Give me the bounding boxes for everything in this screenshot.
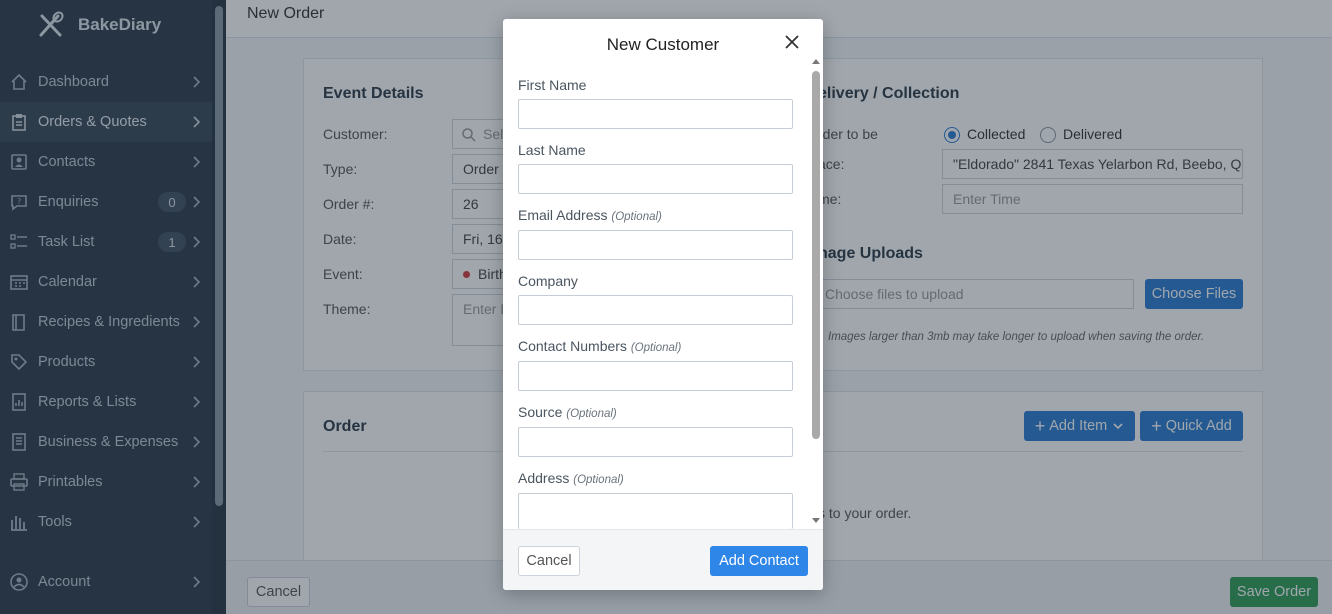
last-name-input[interactable] — [518, 164, 793, 194]
modal-footer: Cancel Add Contact — [503, 529, 823, 590]
company-label: Company — [518, 273, 578, 289]
email-label: Email Address (Optional) — [518, 207, 662, 223]
modal-title: New Customer — [606, 35, 720, 54]
scroll-up-arrow-icon[interactable] — [811, 57, 821, 65]
email-input[interactable] — [518, 230, 793, 260]
add-contact-button[interactable]: Add Contact — [710, 546, 808, 576]
modal-scrollbar[interactable] — [811, 57, 821, 527]
contact-numbers-input[interactable] — [518, 361, 793, 391]
address-label: Address (Optional) — [518, 470, 624, 486]
close-icon[interactable] — [783, 33, 801, 51]
first-name-label: First Name — [518, 77, 587, 93]
new-customer-modal: New Customer First Name Last Name Email … — [503, 19, 823, 590]
address-textarea[interactable] — [518, 493, 793, 529]
cancel-button[interactable]: Cancel — [518, 546, 580, 576]
contact-numbers-label: Contact Numbers (Optional) — [518, 338, 682, 354]
source-input[interactable] — [518, 427, 793, 457]
last-name-label: Last Name — [518, 142, 586, 158]
company-input[interactable] — [518, 295, 793, 325]
modal-scrollbar-thumb[interactable] — [812, 71, 820, 439]
first-name-input[interactable] — [518, 99, 793, 129]
scroll-down-arrow-icon[interactable] — [811, 517, 821, 525]
source-label: Source (Optional) — [518, 404, 617, 420]
